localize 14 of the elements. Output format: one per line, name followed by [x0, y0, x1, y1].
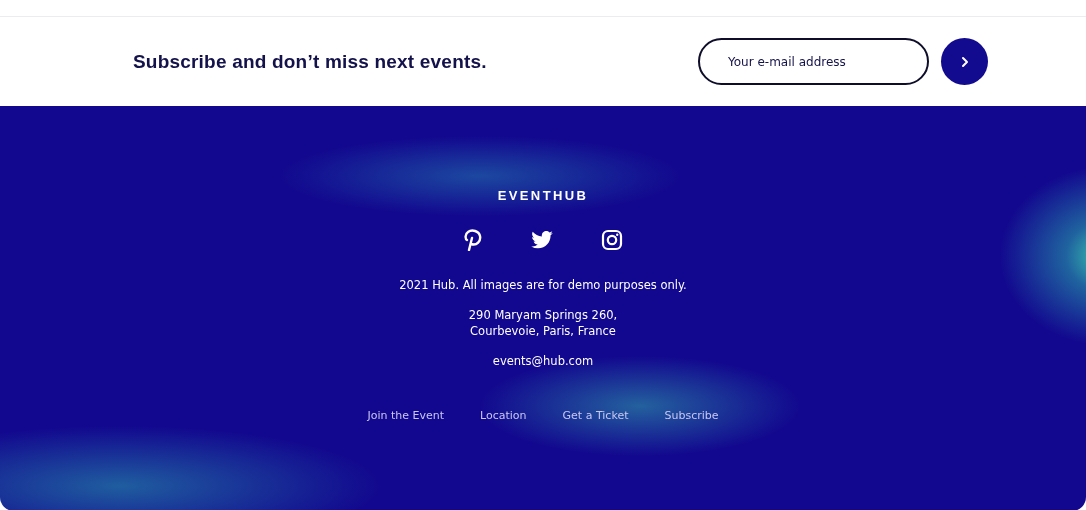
- subscribe-heading: Subscribe and don’t miss next events.: [133, 50, 487, 73]
- footer-nav-link[interactable]: Location: [480, 409, 527, 422]
- pinterest-icon[interactable]: [463, 229, 483, 251]
- twitter-bird-icon[interactable]: [531, 231, 553, 249]
- instagram-icon[interactable]: [601, 229, 623, 251]
- email-link[interactable]: events@hub.com: [492, 353, 594, 369]
- brand-logo: EVENTHUB: [497, 188, 589, 203]
- address-text: 290 Maryam Springs 260, Courbevoie, Paris, France: [468, 307, 618, 339]
- footer-nav-link[interactable]: Subscribe: [664, 409, 719, 422]
- footer-nav-link[interactable]: Get a Ticket: [562, 409, 629, 422]
- submit-button[interactable]: [941, 38, 988, 85]
- copyright-text: 2021 Hub. All images are for demo purposes only.: [399, 277, 687, 293]
- footer-nav-link[interactable]: Join the Event: [367, 409, 445, 422]
- email-input-field[interactable]: Your e-mail address: [698, 38, 929, 85]
